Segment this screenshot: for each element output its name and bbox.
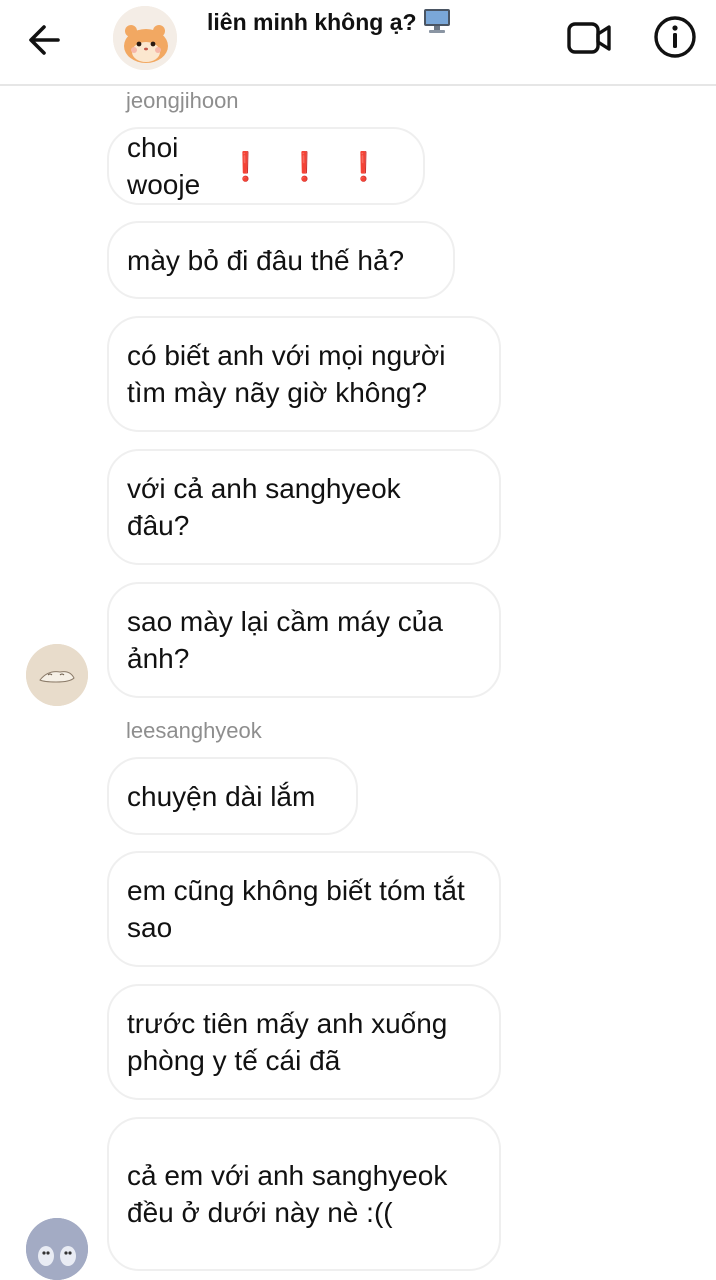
exclamation-emoji: ❗❗❗: [228, 150, 405, 182]
message-text: với cả anh sanghyeok đâu?: [127, 473, 401, 541]
desktop-computer-icon: [423, 8, 451, 34]
video-call-button[interactable]: [565, 16, 613, 60]
message-text: em cũng không biết tóm tắt sao: [127, 875, 465, 943]
sender-avatar[interactable]: [26, 1218, 88, 1280]
info-icon: [654, 16, 696, 58]
chat-header: liên minh không ạ?: [0, 0, 716, 86]
info-button[interactable]: [652, 14, 698, 60]
sender-avatar[interactable]: [26, 644, 88, 706]
sender-name: jeongjihoon: [126, 88, 239, 113]
message-bubble[interactable]: em cũng không biết tóm tắt sao: [107, 851, 501, 967]
sleeping-animal-avatar-image: [26, 644, 88, 706]
group-avatar[interactable]: [113, 6, 177, 70]
message-text: chuyện dài lắm: [127, 780, 316, 812]
arrow-left-icon: [29, 25, 60, 55]
message-bubble[interactable]: cả em với anh sanghyeok đều ở dưới này n…: [107, 1117, 501, 1271]
message-text: cả em với anh sanghyeok đều ở dưới này n…: [127, 1160, 448, 1228]
conversation-title-text: liên minh không ạ?: [207, 9, 417, 35]
message-bubble[interactable]: mày bỏ đi đâu thế hả?: [107, 221, 455, 299]
message-text: trước tiên mấy anh xuống phòng y tế cái …: [127, 1008, 448, 1076]
message-bubble[interactable]: chuyện dài lắm: [107, 757, 358, 835]
penguin-avatar-image: [26, 1218, 88, 1280]
message-bubble[interactable]: sao mày lại cầm máy của ảnh?: [107, 582, 501, 698]
sender-name: leesanghyeok: [126, 718, 262, 743]
message-bubble[interactable]: có biết anh với mọi người tìm mày nãy gi…: [107, 316, 501, 432]
video-camera-icon: [567, 22, 611, 54]
hamster-avatar-image: [113, 6, 177, 70]
message-bubble[interactable]: choi wooje ❗❗❗: [107, 127, 425, 205]
back-button[interactable]: [24, 18, 68, 62]
conversation-title[interactable]: liên minh không ạ?: [207, 8, 451, 36]
message-text: mày bỏ đi đâu thế hả?: [127, 244, 405, 276]
message-text: có biết anh với mọi người tìm mày nãy gi…: [127, 340, 446, 408]
message-bubble[interactable]: với cả anh sanghyeok đâu?: [107, 449, 501, 565]
message-text: choi wooje: [127, 132, 201, 200]
message-text: sao mày lại cầm máy của ảnh?: [127, 606, 443, 674]
message-bubble[interactable]: trước tiên mấy anh xuống phòng y tế cái …: [107, 984, 501, 1100]
